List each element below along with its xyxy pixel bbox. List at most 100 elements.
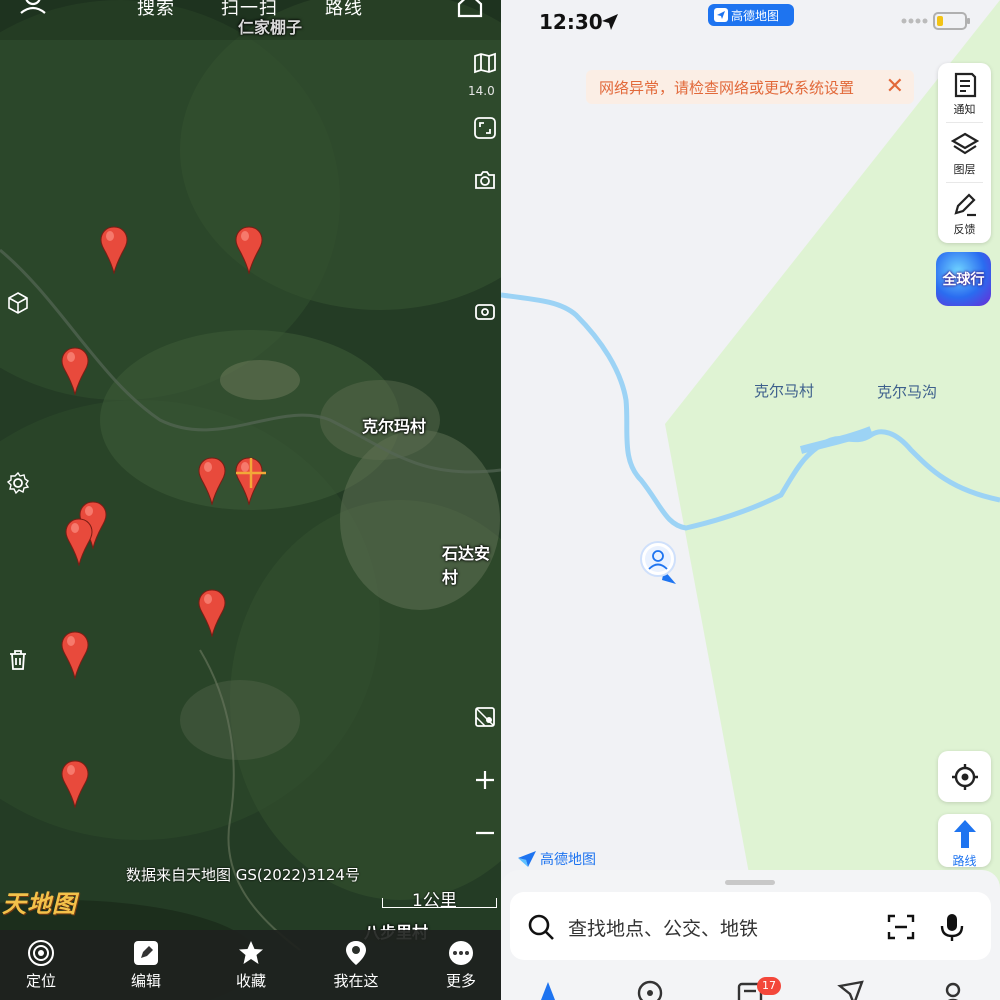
delete-button[interactable] [3,645,33,675]
battery-icon [933,12,970,30]
search-box[interactable]: 查找地点、公交、地铁 [510,892,991,960]
route-button-label: 路线 [952,854,977,868]
map-pin-marker[interactable] [60,631,90,679]
place-label-village: 克尔玛村 [362,417,427,436]
tab-edit[interactable]: 编辑 [111,930,181,1000]
close-icon[interactable]: ✕ [886,76,904,98]
place-label-east: 石达安村 [442,544,491,587]
layers-label: 图层 [953,163,976,176]
map-tools-button[interactable] [470,702,500,732]
more-icon [449,941,473,965]
camera-icon [475,171,495,189]
microphone-icon[interactable] [939,912,965,942]
nav-route[interactable]: 路线 [325,0,363,20]
sheet-handle[interactable] [725,880,775,885]
signal-icon [901,18,928,24]
locate-icon [28,940,54,966]
scale-bar [382,898,497,908]
feedback-button[interactable]: 反馈 [938,183,991,241]
nav-search[interactable]: 搜索 [137,0,175,20]
gear-icon [6,471,30,495]
map-label-gully: 克尔马沟 [877,383,938,401]
zoom-level-text: 14.0 [468,84,495,98]
amap-logo-text: 高德地图 [540,852,596,868]
fullscreen-button[interactable] [470,113,500,143]
map-pin-marker[interactable] [60,347,90,395]
route-button[interactable]: 路线 [938,814,991,868]
pin-icon [346,941,366,965]
user-icon[interactable] [18,0,48,18]
network-error-banner: 网络异常，请检查网络或更改系统设置 ✕ [586,70,914,104]
map-pin-marker[interactable] [60,760,90,808]
tab-favorites-label: 收藏 [235,972,266,990]
app-return-badge[interactable]: 高德地图 [708,4,794,26]
feedback-pen-icon [953,193,976,217]
my-location-button[interactable] [938,751,991,802]
bottom-sheet: 查找地点、公交、地铁 [501,870,1000,1000]
tab-home-icon[interactable] [533,978,563,1000]
tab-favorites[interactable]: 收藏 [216,930,286,1000]
settings-button[interactable] [3,468,33,498]
scan-icon[interactable] [887,914,915,940]
place-label-top: 仁家棚子 [238,18,303,37]
rotate-view-button[interactable] [470,297,500,327]
map-pin-marker[interactable] [64,518,94,566]
tab-i-am-here-label: 我在这 [333,972,379,990]
search-icon [528,914,554,940]
map-attribution: 数据来自天地图 GS(2022)3124号 [126,866,360,884]
global-travel-button[interactable]: 全球行 [936,252,991,306]
location-arrow-icon [602,14,618,30]
tab-travel-icon[interactable] [836,978,866,1000]
zoom-out-button[interactable] [470,818,500,848]
minus-icon [476,831,494,835]
plus-icon [476,771,494,789]
edit-icon [134,941,158,965]
screenshot-button[interactable] [470,165,500,195]
tab-locate-label: 定位 [25,972,56,990]
crosshair-icon [236,458,266,488]
fullscreen-icon [474,117,496,139]
map-pin-marker[interactable] [234,226,264,274]
app-badge-label: 高德地图 [731,8,780,23]
layers-button[interactable]: 图层 [938,123,991,181]
map-label-village: 克尔马村 [754,382,815,400]
home-icon[interactable] [455,0,485,18]
status-time: 12:30 [539,10,603,34]
map-pin-marker[interactable] [197,589,227,637]
satellite-map-app: 搜索 扫一扫 路线 仁家棚子 14.0 克尔玛村 石达安村 数据来自天地图 GS… [0,0,501,1000]
feedback-label: 反馈 [953,223,976,236]
search-placeholder: 查找地点、公交、地铁 [568,918,759,940]
layers-icon [950,132,979,155]
rotate-camera-icon [475,304,495,320]
3d-toggle-button[interactable] [3,288,33,318]
user-location-marker[interactable] [640,540,680,586]
crosshair-target-icon [951,763,978,790]
3d-cube-icon [8,292,28,314]
tab-nearby-icon[interactable] [635,978,665,1000]
notify-label: 通知 [953,103,976,116]
map-grid-icon [475,707,495,727]
tab-profile-icon[interactable] [938,978,968,1000]
notify-button[interactable]: 通知 [938,63,991,121]
amap-logo: 高德地图 [517,849,596,869]
tab-more[interactable]: 更多 [426,930,496,1000]
amap-app: 12:30 高德地图 网络异常，请检查网络或更改系统设置 ✕ 通知 图层 反馈 … [501,0,1000,1000]
tab-i-am-here[interactable]: 我在这 [321,930,391,1000]
map-pin-marker[interactable] [197,457,227,505]
trash-icon [10,650,26,670]
zoom-in-button[interactable] [470,765,500,795]
tianditu-logo: 天地图 [2,889,77,918]
map-side-panel: 通知 图层 反馈 [938,63,991,243]
map-type-button[interactable] [470,48,500,78]
notify-icon [954,72,976,98]
tab-edit-label: 编辑 [130,972,161,990]
tab-more-label: 更多 [445,972,476,990]
star-icon [239,941,263,964]
send-icon [714,8,728,22]
amap-logo-icon [518,851,536,867]
tab-locate[interactable]: 定位 [6,930,76,1000]
left-tab-bar: 定位 编辑 收藏 我在这 更多 [0,930,501,1000]
map-pin-marker[interactable] [99,226,129,274]
map-book-icon [474,52,496,74]
message-count-badge: 17 [757,977,781,995]
